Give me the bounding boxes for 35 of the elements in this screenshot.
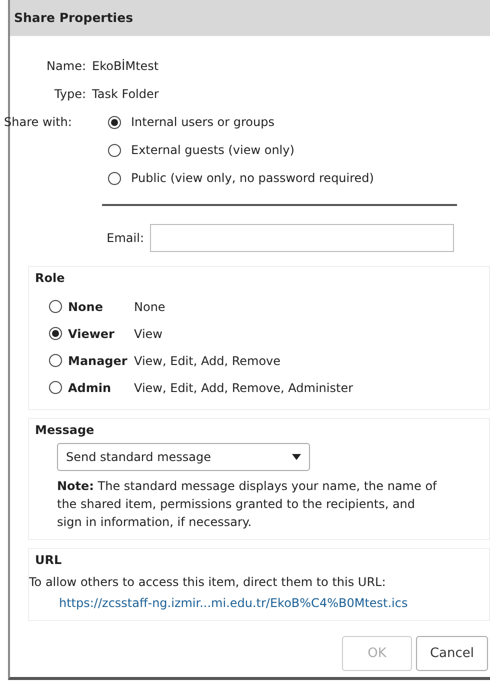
role-rights: None (134, 298, 166, 316)
role-name: Viewer (68, 326, 116, 342)
share-link[interactable]: https://zcsstaff-ng.izmir...mi.edu.tr/EkoB%C4%B0Mtest.ics (59, 594, 408, 612)
option-label: External guests (view only) (131, 142, 294, 159)
option-label: Internal users or groups (131, 114, 274, 131)
field-value: Task Folder (92, 86, 159, 103)
field-label: Name: (46, 58, 87, 75)
role-rights: View, Edit, Add, Remove (134, 352, 281, 370)
caret-icon (292, 454, 301, 460)
option-label: Public (view only, no password required) (131, 170, 374, 187)
field-label: Share with: (4, 114, 73, 131)
role-name: Admin (68, 380, 112, 396)
message-dropdown[interactable]: Send standard message (57, 443, 310, 471)
radio-button[interactable] (108, 116, 121, 128)
role-name: None (68, 298, 104, 316)
role-rights: View (134, 326, 162, 342)
radio-button[interactable] (49, 327, 62, 340)
field-label: Type: (53, 86, 87, 103)
radio-button[interactable] (49, 300, 62, 313)
note-text: Note: The standard message displays your name, the name of the shared item, permissions granted to the recipients, and sign in information, if necessary. (57, 478, 437, 531)
role-rights: View, Edit, Add, Remove, Administer (134, 380, 354, 396)
field-label: Email: (106, 230, 145, 247)
window-title: Share Properties (14, 8, 134, 27)
section-title: Role (35, 270, 66, 287)
section-title: Message (35, 422, 96, 439)
radio-button[interactable] (49, 354, 62, 367)
url-text: To allow others to access this item, direct them to this URL: (29, 574, 387, 591)
radio-button[interactable] (108, 172, 121, 184)
radio-button[interactable] (108, 144, 121, 156)
role-name: Manager (68, 352, 128, 370)
email-field[interactable] (150, 224, 454, 252)
dialog-button[interactable]: Cancel (416, 636, 488, 671)
section-title: URL (35, 552, 63, 569)
radio-button[interactable] (49, 381, 62, 394)
field-value: EkoBİMtest (92, 58, 159, 75)
